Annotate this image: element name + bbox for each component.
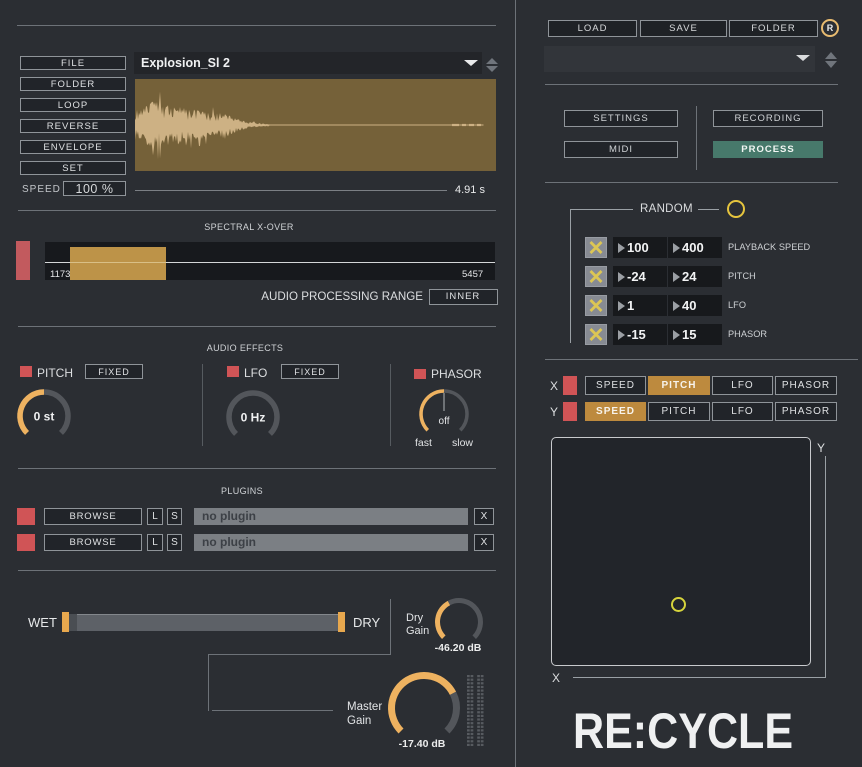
svg-text:0 st: 0 st bbox=[34, 410, 55, 424]
svg-text:0 Hz: 0 Hz bbox=[241, 411, 266, 425]
svg-text:off: off bbox=[439, 416, 450, 427]
